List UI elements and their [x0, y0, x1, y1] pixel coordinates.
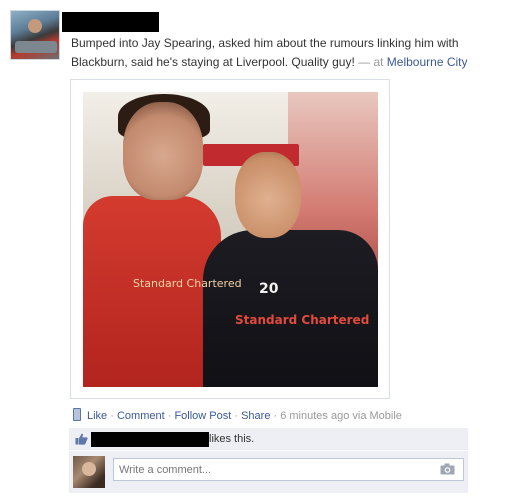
post-photo[interactable]: Standard Chartered 20 Standard Chartered	[83, 92, 378, 387]
likes-text: likes this.	[209, 433, 255, 445]
poster-avatar[interactable]	[10, 10, 60, 60]
like-link[interactable]: Like	[87, 410, 107, 422]
comment-input[interactable]	[113, 458, 464, 481]
photo-person-left-head	[123, 102, 203, 200]
liker-name-redacted[interactable]	[91, 432, 209, 447]
follow-post-link[interactable]: Follow Post	[174, 410, 231, 422]
action-separator: ·	[107, 410, 117, 422]
photo-jersey-sponsor-left: Standard Chartered	[133, 277, 242, 290]
location-separator: — at	[354, 55, 387, 69]
share-link[interactable]: Share	[241, 410, 270, 422]
location-link[interactable]: Melbourne City	[387, 55, 468, 69]
poster-name-redacted[interactable]	[62, 12, 159, 32]
likes-bar: likes this.	[69, 428, 468, 450]
post-actions: Like · Comment · Follow Post · Share · 6…	[73, 408, 402, 423]
photo-person-left	[83, 196, 221, 387]
via-mobile: via Mobile	[352, 410, 402, 422]
comment-link[interactable]: Comment	[117, 410, 165, 422]
photo-jersey-sponsor-right: Standard Chartered	[235, 313, 370, 327]
action-separator: ·	[164, 410, 175, 422]
thumbs-up-icon	[75, 433, 88, 445]
avatar-boat	[15, 41, 57, 53]
avatar-figure	[28, 19, 42, 33]
camera-icon[interactable]	[440, 463, 455, 475]
action-separator: ·	[270, 410, 281, 422]
photo-frame[interactable]: Standard Chartered 20 Standard Chartered	[70, 79, 390, 399]
comment-bar	[69, 451, 468, 493]
timestamp[interactable]: 6 minutes ago	[280, 410, 349, 422]
photo-person-right	[203, 230, 378, 387]
photo-person-right-head	[235, 152, 301, 238]
action-separator: ·	[231, 410, 242, 422]
post-text: Bumped into Jay Spearing, asked him abou…	[71, 34, 499, 72]
viewer-avatar	[73, 456, 105, 488]
mobile-icon	[73, 408, 81, 421]
photo-jersey-number: 20	[259, 281, 279, 297]
